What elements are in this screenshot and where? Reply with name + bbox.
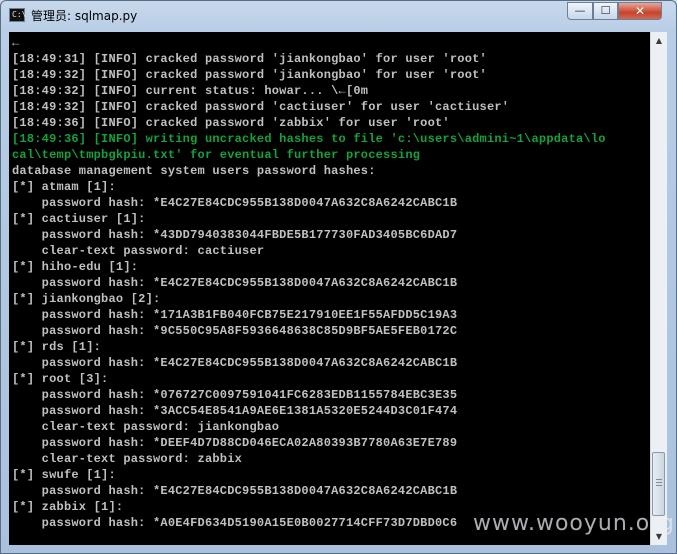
window-title: 管理员: sqlmap.py (31, 9, 138, 23)
console-line: password hash: *DEEF4D7D88CD046ECA02A803… (12, 436, 458, 450)
console-line: password hash: *E4C27E84CDC955B138D0047A… (12, 276, 458, 290)
console-line: cal\temp\tmpbgkpiu.txt' for eventual fur… (12, 148, 421, 162)
title-bar[interactable]: C:\ 管理员: sqlmap.py — ☐ ✕ (1, 1, 676, 31)
console-line: [18:49:36] [INFO] cracked password 'zabb… (12, 116, 450, 130)
watermark: www.wooyun.org (473, 511, 675, 536)
console-line: password hash: *E4C27E84CDC955B138D0047A… (12, 196, 458, 210)
console-line: clear-text password: jiankongbao (12, 420, 280, 434)
console-line: clear-text password: cactiuser (12, 244, 265, 258)
console-line: [18:49:32] [INFO] current status: howar.… (12, 84, 369, 98)
console-window: C:\ 管理员: sqlmap.py — ☐ ✕ ← [18:49:31] [IN… (0, 0, 677, 554)
console-line: [*] atmam [1]: (12, 180, 116, 194)
console-line: [18:49:32] [INFO] cracked password 'cact… (12, 100, 510, 114)
terminal-icon-glyph: C:\ (12, 10, 27, 19)
console-line: password hash: *076727C0097591041FC6283E… (12, 388, 458, 402)
scroll-thumb[interactable] (652, 452, 665, 516)
console-line: [*] cactiuser [1]: (12, 212, 146, 226)
console-line: [*] rds [1]: (12, 340, 102, 354)
console-line: [18:49:32] [INFO] cracked password 'jian… (12, 68, 487, 82)
grip-line (656, 482, 662, 483)
console-line: password hash: *171A3B1FB040FCB75E217910… (12, 308, 458, 322)
scroll-up-arrow[interactable]: ▲ (651, 32, 667, 49)
minimize-button[interactable]: — (567, 2, 593, 20)
console-line: ← (12, 36, 20, 50)
console-line: [*] root [3]: (12, 372, 109, 386)
console-line: clear-text password: zabbix (12, 452, 243, 466)
console-line: [*] jiankongbao [2]: (12, 292, 161, 306)
console-line: [18:49:36] [INFO] writing uncracked hash… (12, 132, 606, 146)
console-line: [18:49:31] [INFO] cracked password 'jian… (12, 52, 487, 66)
console-line: [*] zabbix [1]: (12, 500, 124, 514)
console-line: password hash: *E4C27E84CDC955B138D0047A… (12, 356, 458, 370)
console-line: password hash: *E4C27E84CDC955B138D0047A… (12, 484, 458, 498)
vertical-scrollbar[interactable]: ▲ ▼ (650, 32, 667, 545)
maximize-button[interactable]: ☐ (593, 2, 618, 20)
console-line: password hash: *43DD7940383044FBDE5B1777… (12, 228, 458, 242)
console-line: [*] hiho-edu [1]: (12, 260, 139, 274)
close-button[interactable]: ✕ (618, 2, 662, 20)
grip-line (656, 479, 662, 480)
console-output[interactable]: ← [18:49:31] [INFO] cracked password 'jia… (9, 32, 650, 545)
console-line: [*] swufe [1]: (12, 468, 116, 482)
grip-line (656, 485, 662, 486)
terminal-icon[interactable]: C:\ (9, 8, 27, 22)
console-line: password hash: *3ACC54E8541A9AE6E1381A53… (12, 404, 458, 418)
console-line: password hash: *A0E4FD634D5190A15E0B0027… (12, 516, 458, 530)
console-line: password hash: *9C550C95A8F5936648638C85… (12, 324, 458, 338)
console-line: database management system users passwor… (12, 164, 376, 178)
